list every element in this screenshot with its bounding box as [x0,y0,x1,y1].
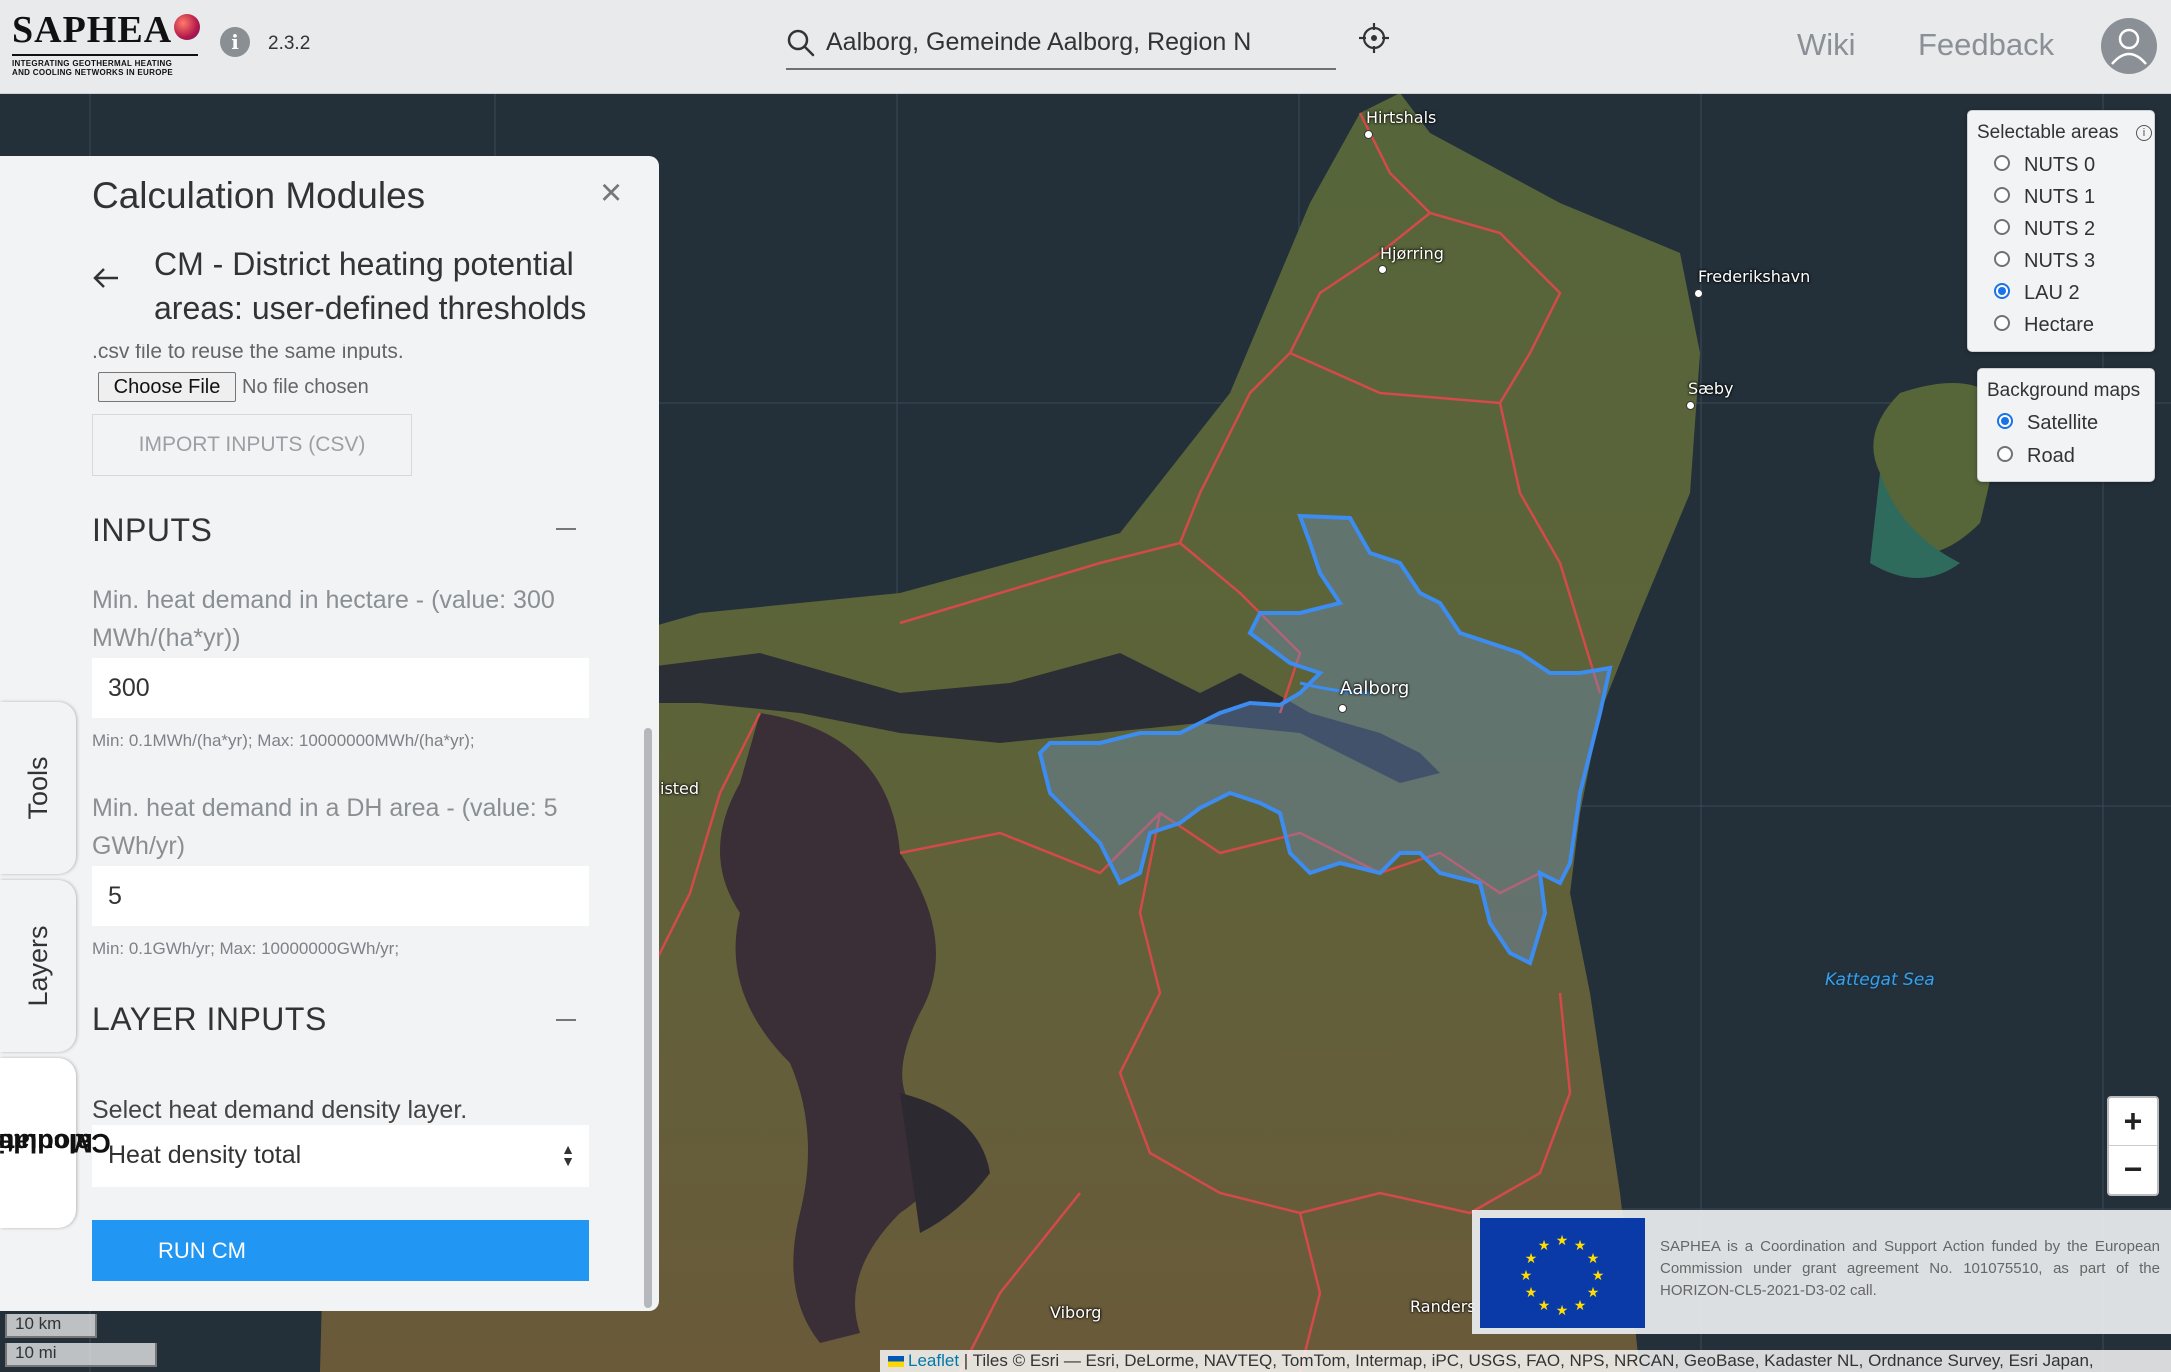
zoom-control: + − [2107,1096,2159,1196]
city-marker [1378,265,1387,274]
radio-lau2[interactable]: LAU 2 [1994,282,2080,305]
inputs-heading: INPUTS [92,512,213,548]
import-inputs-button[interactable]: IMPORT INPUTS (CSV) [92,414,412,476]
leaflet-link[interactable]: Leaflet [908,1351,959,1370]
city-marker [1338,704,1347,713]
svg-text:★: ★ [1525,1285,1538,1301]
scale-mi: 10 mi [5,1343,157,1367]
selectable-areas-panel: Selectable areas i NUTS 0 NUTS 1 NUTS 2 … [1967,110,2155,352]
select-layer-label: Select heat demand density layer. [92,1096,468,1124]
eu-funding-text: SAPHEA is a Coordination and Support Act… [1660,1238,2160,1299]
map-label-saeby: Sæby [1688,379,1734,398]
radio-nuts0[interactable]: NUTS 0 [1994,154,2095,177]
city-marker [1364,130,1373,139]
eu-flag-icon: ★ ★ ★ ★ ★ ★ ★ ★ ★ ★ ★ ★ [1480,1218,1645,1328]
map-label-thisted: isted [660,779,700,798]
tab-calculation-modules[interactable]: CalculationModules [0,1058,111,1228]
feedback-link[interactable]: Feedback [1918,27,2054,63]
map-label-kattegat: Kattegat Sea [1825,970,1935,990]
panel-scrollbar[interactable] [644,728,652,1308]
panel-title: Calculation Modules [92,175,426,216]
scale-km: 10 km [5,1314,97,1338]
info-icon[interactable]: i [220,27,250,57]
logo-subtitle: INTEGRATING GEOTHERMAL HEATING AND COOLI… [12,59,174,77]
run-cm-button[interactable]: RUN CM [92,1220,589,1281]
location-search [786,18,1336,70]
info-icon[interactable]: i [2136,125,2152,141]
layer-inputs-heading: LAYER INPUTS [92,1001,327,1037]
eu-funding-notice: ★ ★ ★ ★ ★ ★ ★ ★ ★ ★ ★ ★ SAPHEA is a Coordination… [1472,1210,2171,1334]
svg-text:★: ★ [1556,1303,1569,1319]
user-avatar-icon[interactable] [2101,18,2157,74]
radio-nuts1[interactable]: NUTS 1 [1994,186,2095,209]
tab-layers[interactable]: Layers [0,880,76,1052]
radio-satellite[interactable]: Satellite [1997,412,2098,435]
min-heat-hectare-input[interactable] [92,658,589,718]
zoom-in-button[interactable]: + [2109,1098,2157,1146]
city-marker [1694,289,1703,298]
svg-text:★: ★ [1538,1238,1551,1254]
map-label-viborg: Viborg [1050,1303,1102,1322]
back-arrow-icon[interactable] [92,266,120,290]
map-attribution: Leaflet | Tiles © Esri — Esri, DeLorme, … [880,1350,2171,1372]
map-label-hirtshals: Hirtshals [1366,108,1437,127]
logo-mark-icon [174,14,201,40]
no-file-label: No file chosen [242,376,369,398]
background-maps-title: Background maps [1987,380,2141,401]
version-label: 2.3.2 [268,33,311,54]
tab-tools[interactable]: Tools [0,702,76,874]
search-input[interactable] [824,24,1328,60]
radio-hectare[interactable]: Hectare [1994,314,2094,337]
radio-nuts2[interactable]: NUTS 2 [1994,218,2095,241]
collapse-inputs-icon[interactable] [556,528,576,530]
close-icon[interactable]: × [600,174,622,212]
city-marker [1686,401,1695,410]
heat-density-layer-select[interactable]: Heat density total ▲ ▼ [92,1125,589,1187]
crosshair-locate-icon[interactable] [1358,22,1390,54]
svg-text:★: ★ [1556,1233,1569,1249]
svg-text:★: ★ [1587,1251,1600,1267]
field-label-min-heat-dh-area: Min. heat demand in a DH area - (value: … [92,794,558,860]
map-label-frederikshavn: Frederikshavn [1698,267,1811,286]
field-hint-dh-area: Min: 0.1GWh/yr; Max: 10000000GWh/yr; [92,939,400,958]
map-label-aalborg: Aalborg [1340,678,1410,699]
field-label-min-heat-hectare: Min. heat demand in hectare - (value: 30… [92,586,555,652]
map-label-randers: Randers [1410,1297,1476,1316]
field-hint-hectare: Min: 0.1MWh/(ha*yr); Max: 10000000MWh/(h… [92,731,475,750]
map-label-hjorring: Hjørring [1380,244,1444,263]
min-heat-dh-area-input[interactable] [92,866,589,926]
svg-text:★: ★ [1587,1285,1600,1301]
cm-title: CM - District heating potential areas: u… [154,246,587,326]
svg-text:★: ★ [1538,1298,1551,1314]
top-bar: SAPHEA INTEGRATING GEOTHERMAL HEATING AN… [0,0,2171,94]
select-arrows-icon: ▲ ▼ [561,1141,575,1169]
zoom-out-button[interactable]: − [2109,1146,2157,1193]
svg-text:★: ★ [1525,1251,1538,1267]
svg-text:★: ★ [1574,1238,1587,1254]
background-maps-panel: Background maps Satellite Road [1977,368,2155,482]
wiki-link[interactable]: Wiki [1797,27,1856,63]
radio-road[interactable]: Road [1997,445,2075,468]
ukraine-flag-icon [888,1356,904,1368]
choose-file-button[interactable]: Choose File [98,372,236,402]
svg-text:★: ★ [1520,1268,1533,1284]
svg-text:★: ★ [1592,1268,1605,1284]
search-icon [787,29,815,57]
csv-hint-text: .csv file to reuse the same inputs. [92,344,404,360]
saphea-logo[interactable]: SAPHEA INTEGRATING GEOTHERMAL HEATING AN… [12,10,202,77]
selectable-areas-title: Selectable areas [1977,122,2119,143]
radio-nuts3[interactable]: NUTS 3 [1994,250,2095,273]
collapse-layer-inputs-icon[interactable] [556,1019,576,1021]
svg-text:★: ★ [1574,1298,1587,1314]
